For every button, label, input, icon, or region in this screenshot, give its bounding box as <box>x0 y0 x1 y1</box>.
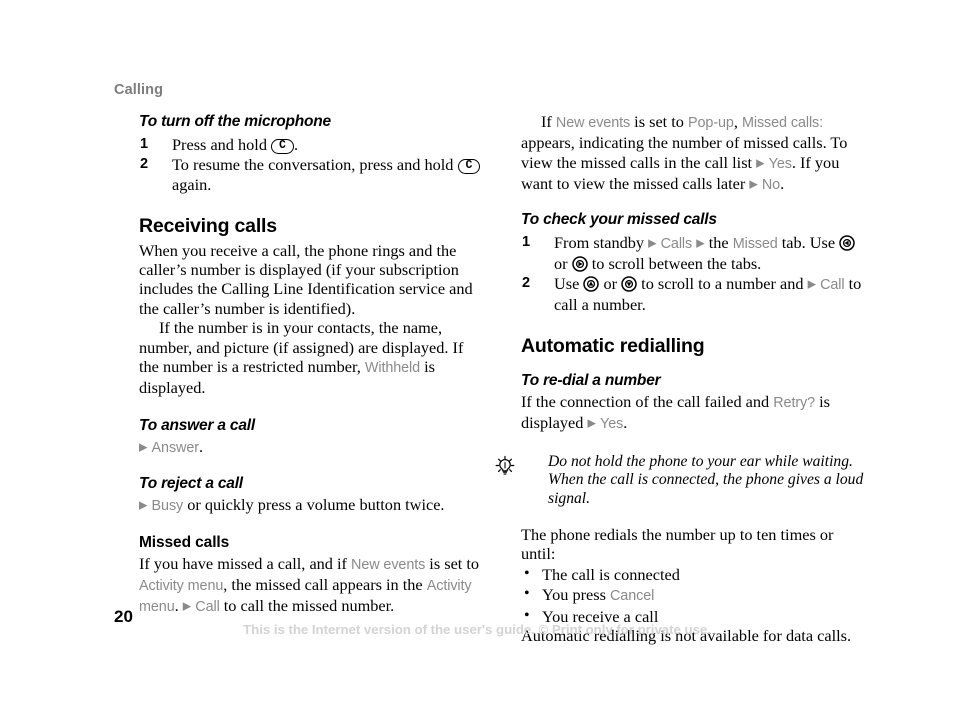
footer-note: This is the Internet version of the user… <box>243 622 711 637</box>
heading-automatic-redialling: Automatic redialling <box>521 335 705 357</box>
action-tail: . <box>198 436 204 456</box>
bullet-marker-icon: • <box>524 565 530 583</box>
ui-term-new-events: New events <box>555 115 631 131</box>
arrow-marker-icon: ▶ <box>648 237 657 250</box>
ui-term-no: No <box>761 177 781 194</box>
step-text: From standby ▶ Calls ▶ the Missed tab. U… <box>554 233 855 273</box>
ui-term-call: Call <box>820 276 845 293</box>
right-column: If New events is set to Pop-up, Missed c… <box>495 112 866 646</box>
nav-key-left-icon <box>839 234 855 251</box>
ui-term-answer: Answer <box>151 439 199 456</box>
tip-note: Do not hold the phone to your ear while … <box>495 452 866 509</box>
para-text-b: is set to <box>425 553 480 573</box>
arrow-marker-icon: ▶ <box>139 441 148 454</box>
para-text-b: is set to <box>630 112 689 131</box>
ui-term-activity-menu: Activity menu <box>139 578 224 595</box>
action-answer: ▶ Answer. <box>139 437 484 458</box>
step-text: To resume the conversation, press and ho… <box>172 155 481 194</box>
ui-term-yes: Yes <box>600 416 624 433</box>
arrow-marker-icon: ▶ <box>587 417 596 430</box>
ui-term-new-events: New events <box>351 556 426 573</box>
step-number: 2 <box>140 156 149 172</box>
ui-term-retry: Retry? <box>773 395 816 411</box>
ui-term-withheld: Withheld <box>364 360 421 377</box>
step-text: Press and hold C. <box>172 135 299 154</box>
heading-to-re-dial-a-number: To re-dial a number <box>521 372 661 389</box>
para-receiving-contacts: If the number is in your contacts, the n… <box>139 318 484 398</box>
ui-term-pop-up: Pop-up <box>688 115 734 131</box>
list-item: • You press Cancel <box>521 585 866 607</box>
ui-term-calls: Calls <box>660 235 693 252</box>
steps-check-missed-calls: 1 From standby ▶ Calls ▶ the Missed tab. … <box>521 233 866 315</box>
step-item: 2 To resume the conversation, press and h… <box>139 155 484 195</box>
clear-key-icon: C <box>271 139 294 154</box>
arrow-marker-icon: ▶ <box>696 237 705 250</box>
para-text-c: , the missed call appears in the <box>223 575 427 595</box>
clear-key-icon: C <box>457 159 481 174</box>
para-text-c: , <box>733 112 742 131</box>
arrow-marker-icon: ▶ <box>807 278 817 291</box>
para-text-d: . <box>174 596 183 616</box>
nav-key-down-icon <box>621 276 637 292</box>
list-item-text: The call is connected <box>542 565 680 585</box>
heading-to-turn-off-the-microphone: To turn off the microphone <box>139 113 331 130</box>
bullets-redial-conditions: • The call is connected • You press Cancel… <box>521 565 866 626</box>
running-head: Calling <box>114 82 164 98</box>
step-text: Use or to scroll to a number and ▶ Call … <box>554 273 862 315</box>
arrow-marker-icon: ▶ <box>182 600 192 613</box>
heading-missed-calls: Missed calls <box>139 533 230 551</box>
action-tail: or quickly press a volume button twice. <box>183 495 445 515</box>
ui-term-yes: Yes <box>768 155 792 172</box>
para-re-dial: If the connection of the call failed and… <box>521 392 866 435</box>
ui-term-cancel: Cancel <box>610 588 655 604</box>
para-text-c: . <box>623 413 628 433</box>
list-item-text: You press Cancel <box>542 585 655 604</box>
left-column: To turn off the microphone 1 Press and ho… <box>139 112 484 618</box>
steps-turn-off-microphone: 1 Press and hold C. 2 To resume the conver… <box>139 135 484 195</box>
ui-term-missed: Missed <box>732 235 778 252</box>
para-text-f: . <box>780 174 785 194</box>
para-text-a: If you have missed a call, and if <box>139 553 352 573</box>
ui-term-missed-calls: Missed calls: <box>741 115 824 131</box>
step-item: 1 Press and hold C. <box>139 135 484 155</box>
step-number: 1 <box>522 233 531 250</box>
ui-term-busy: Busy <box>151 498 184 515</box>
heading-to-check-your-missed-calls: To check your missed calls <box>521 210 717 228</box>
para-text-a: If <box>541 112 556 131</box>
para-text-e: to call the missed number. <box>219 596 395 616</box>
step-item: 1 From standby ▶ Calls ▶ the Missed tab. … <box>521 233 866 274</box>
manual-page: Calling To turn off the microphone 1 Pres… <box>0 0 954 710</box>
step-number: 1 <box>140 136 149 152</box>
action-reject: ▶ Busy or quickly press a volume button … <box>139 495 484 516</box>
arrow-marker-icon: ▶ <box>749 178 758 191</box>
para-missed-calls: If you have missed a call, and if New ev… <box>139 554 484 618</box>
arrow-marker-icon: ▶ <box>756 157 765 170</box>
para-text-a: If the connection of the call failed and <box>521 392 774 411</box>
lightbulb-tip-icon <box>494 455 516 477</box>
para-redials-count: The phone redials the number up to ten t… <box>521 524 834 563</box>
step-item: 2 Use or to scroll to a number and ▶ Call… <box>521 274 866 315</box>
para-popup-missed-calls: If New events is set to Pop-up, Missed c… <box>521 112 866 196</box>
arrow-marker-icon: ▶ <box>139 499 148 512</box>
step-number: 2 <box>522 274 531 291</box>
bullet-marker-icon: • <box>524 585 530 602</box>
list-item: • The call is connected <box>521 565 866 585</box>
nav-key-up-icon <box>583 276 600 292</box>
nav-key-right-icon <box>571 256 588 272</box>
ui-term-call: Call <box>195 599 220 616</box>
heading-receiving-calls: Receiving calls <box>139 214 277 237</box>
heading-to-answer-a-call: To answer a call <box>139 416 255 434</box>
para-receiving-intro: When you receive a call, the phone rings… <box>139 240 473 318</box>
heading-to-reject-a-call: To reject a call <box>139 475 243 493</box>
tip-text: Do not hold the phone to your ear while … <box>548 452 864 507</box>
